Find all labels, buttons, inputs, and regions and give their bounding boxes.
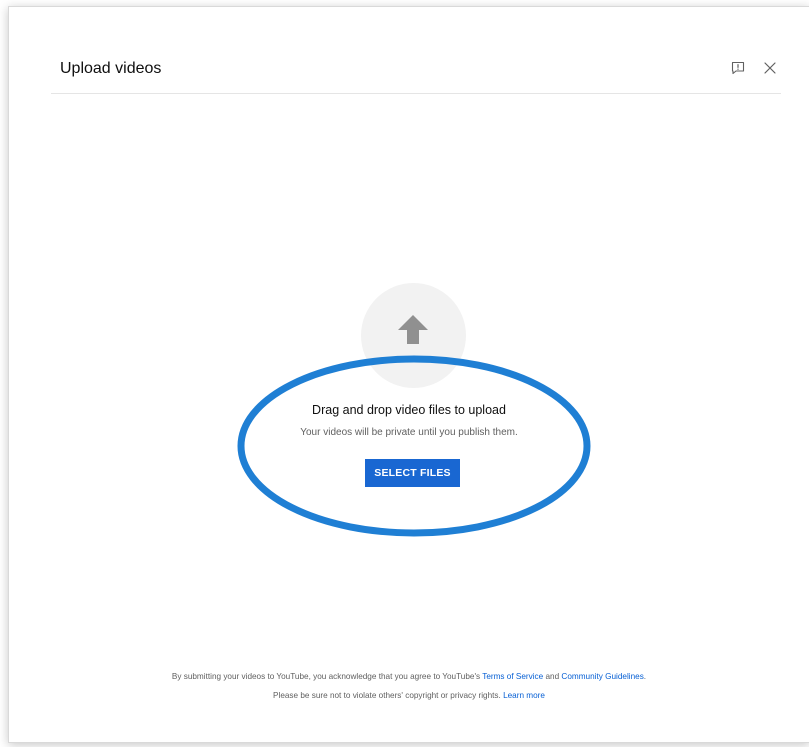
footer-line-1: By submitting your videos to YouTube, yo… — [9, 667, 809, 686]
footer-and-text: and — [543, 672, 562, 681]
drag-drop-heading: Drag and drop video files to upload — [312, 403, 506, 417]
privacy-note: Your videos will be private until you pu… — [300, 427, 518, 438]
upload-drop-circle[interactable] — [361, 283, 466, 388]
footer-agreement-text: By submitting your videos to YouTube, yo… — [171, 672, 483, 681]
learn-more-link[interactable]: Learn more — [503, 691, 545, 700]
select-files-button[interactable]: SELECT FILES — [365, 459, 460, 487]
dialog-title: Upload videos — [60, 60, 162, 77]
upload-arrow-icon — [398, 315, 428, 344]
terms-of-service-link[interactable]: Terms of Service — [482, 672, 543, 681]
community-guidelines-link[interactable]: Community Guidelines — [561, 672, 643, 681]
upload-dialog: Upload videos Drag and drop video files — [8, 6, 809, 743]
footer-period: . — [643, 672, 647, 681]
header-actions — [717, 57, 781, 79]
dialog-footer: By submitting your videos to YouTube, yo… — [9, 667, 809, 705]
dialog-header: Upload videos — [51, 7, 781, 94]
feedback-icon[interactable] — [727, 57, 749, 79]
footer-copyright-text: Please be sure not to violate others' co… — [273, 691, 504, 700]
footer-line-2: Please be sure not to violate others' co… — [9, 686, 809, 705]
close-icon[interactable] — [759, 57, 781, 79]
